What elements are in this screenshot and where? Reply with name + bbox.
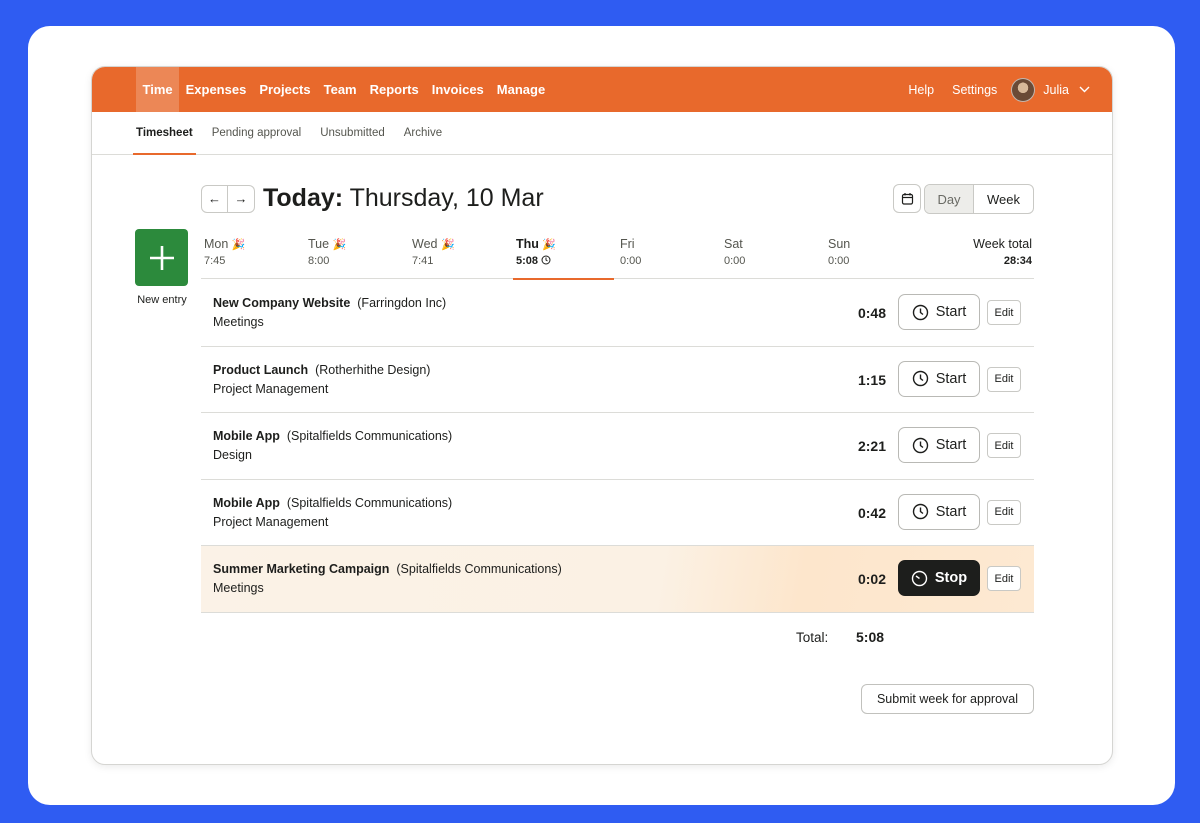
arrow-right-icon: → <box>234 191 248 206</box>
nav-time[interactable]: Time <box>136 67 180 112</box>
week-day-strip: Mon 🎉 7:45 Tue 🎉 8:00 Wed 🎉 7:41 Thu 🎉 5… <box>201 237 1034 280</box>
total-label: Total: <box>796 630 829 645</box>
week-view-button[interactable]: Week <box>974 185 1033 213</box>
view-toggle: Day Week <box>924 184 1034 214</box>
day-thu[interactable]: Thu 🎉 5:08 <box>512 237 615 280</box>
submit-week-button[interactable]: Submit week for approval <box>861 684 1034 714</box>
page-title: Today: Thursday, 10 Mar <box>263 184 544 213</box>
edit-button[interactable]: Edit <box>987 300 1021 325</box>
day-mon[interactable]: Mon 🎉 7:45 <box>204 237 246 279</box>
day-fri[interactable]: Fri 0:00 <box>620 237 641 279</box>
nav-expenses[interactable]: Expenses <box>179 67 253 112</box>
new-entry-button[interactable] <box>135 229 188 286</box>
day-view-button[interactable]: Day <box>925 185 974 213</box>
arrow-left-icon: ← <box>208 191 221 206</box>
day-wed[interactable]: Wed 🎉 7:41 <box>412 237 455 279</box>
app-window: Time Expenses Projects Team Reports Invo… <box>91 66 1113 765</box>
time-entry-row: Product Launch (Rotherhithe Design) Proj… <box>201 347 1034 414</box>
clock-icon <box>912 370 928 387</box>
edit-button[interactable]: Edit <box>987 366 1021 392</box>
clock-icon <box>912 504 928 520</box>
entry-duration: 0:42 <box>857 504 886 521</box>
clock-icon <box>541 255 551 265</box>
entry-task: Project Management <box>213 514 329 529</box>
start-timer-button[interactable]: Start <box>898 427 980 464</box>
entry-client: (Spitalfields Communications) <box>286 495 453 510</box>
edit-button[interactable]: Edit <box>987 499 1021 525</box>
entry-duration: 0:02 <box>857 571 886 588</box>
entry-client: (Farringdon Inc) <box>357 296 447 310</box>
settings-link[interactable]: Settings <box>952 83 997 97</box>
time-entry-row: Mobile App (Spitalfields Communications)… <box>201 480 1034 547</box>
calendar-button[interactable] <box>893 184 921 213</box>
day-sun[interactable]: Sun 0:00 <box>828 237 850 279</box>
entry-client: (Rotherhithe Design) <box>315 362 431 377</box>
avatar[interactable] <box>1011 77 1036 102</box>
tab-unsubmitted[interactable]: Unsubmitted <box>320 112 385 154</box>
week-total: Week total 28:34 <box>973 237 1032 267</box>
tab-archive[interactable]: Archive <box>404 112 442 154</box>
time-entry-row: New Company Website (Farringdon Inc) Mee… <box>201 280 1034 347</box>
entry-duration: 1:15 <box>857 371 886 388</box>
calendar-icon <box>901 193 913 205</box>
party-icon: 🎉 <box>231 239 246 251</box>
entry-task: Meetings <box>213 581 264 596</box>
day-sat[interactable]: Sat 0:00 <box>724 237 745 279</box>
entry-project: Summer Marketing Campaign <box>213 562 390 577</box>
start-timer-button[interactable]: Start <box>898 493 980 530</box>
time-entries-list: New Company Website (Farringdon Inc) Mee… <box>201 280 1034 613</box>
tab-pending-approval[interactable]: Pending approval <box>212 112 302 154</box>
chevron-down-icon[interactable] <box>1079 84 1090 96</box>
time-entry-row: Mobile App (Spitalfields Communications)… <box>201 413 1034 480</box>
clock-icon <box>912 304 928 320</box>
next-day-button[interactable]: → <box>228 184 255 213</box>
top-navigation: Time Expenses Projects Team Reports Invo… <box>92 67 1112 112</box>
entry-project: New Company Website <box>213 296 351 310</box>
party-icon: 🎉 <box>332 239 347 251</box>
entry-project: Mobile App <box>213 429 280 444</box>
entry-duration: 0:48 <box>857 305 886 321</box>
party-icon: 🎉 <box>440 239 455 251</box>
time-entry-row-running: Summer Marketing Campaign (Spitalfields … <box>201 546 1034 613</box>
user-menu-name[interactable]: Julia <box>1043 83 1069 97</box>
edit-button[interactable]: Edit <box>987 433 1021 459</box>
entry-task: Meetings <box>213 315 264 329</box>
plus-icon <box>149 245 174 270</box>
nav-manage[interactable]: Manage <box>490 67 551 112</box>
running-clock-icon <box>911 570 928 587</box>
stop-timer-button[interactable]: Stop <box>898 560 980 597</box>
previous-day-button[interactable]: ← <box>201 184 228 213</box>
start-timer-button[interactable]: Start <box>898 360 980 397</box>
nav-projects[interactable]: Projects <box>253 67 317 112</box>
entry-task: Project Management <box>213 381 329 396</box>
nav-reports[interactable]: Reports <box>363 67 425 112</box>
entry-project: Mobile App <box>213 495 280 510</box>
help-link[interactable]: Help <box>908 83 934 97</box>
tab-timesheet[interactable]: Timesheet <box>133 112 196 155</box>
nav-invoices[interactable]: Invoices <box>425 67 490 112</box>
start-timer-button[interactable]: Start <box>898 294 980 330</box>
entry-client: (Spitalfields Communications) <box>286 429 453 444</box>
sub-navigation: Timesheet Pending approval Unsubmitted A… <box>92 112 1112 155</box>
new-entry-label: New entry <box>137 294 187 306</box>
clock-icon <box>912 437 928 453</box>
total-value: 5:08 <box>856 629 885 645</box>
date-header: ← → Today: Thursday, 10 Mar <box>201 184 544 213</box>
entry-duration: 2:21 <box>857 438 886 455</box>
current-date: Thursday, 10 Mar <box>349 184 544 212</box>
entry-task: Design <box>213 448 252 463</box>
nav-team[interactable]: Team <box>317 67 363 112</box>
entry-project: Product Launch <box>213 362 309 377</box>
entry-client: (Spitalfields Communications) <box>396 562 562 577</box>
party-icon: 🎉 <box>542 239 557 251</box>
edit-button[interactable]: Edit <box>987 566 1021 592</box>
today-label: Today: <box>263 184 344 212</box>
day-tue[interactable]: Tue 🎉 8:00 <box>308 237 346 279</box>
